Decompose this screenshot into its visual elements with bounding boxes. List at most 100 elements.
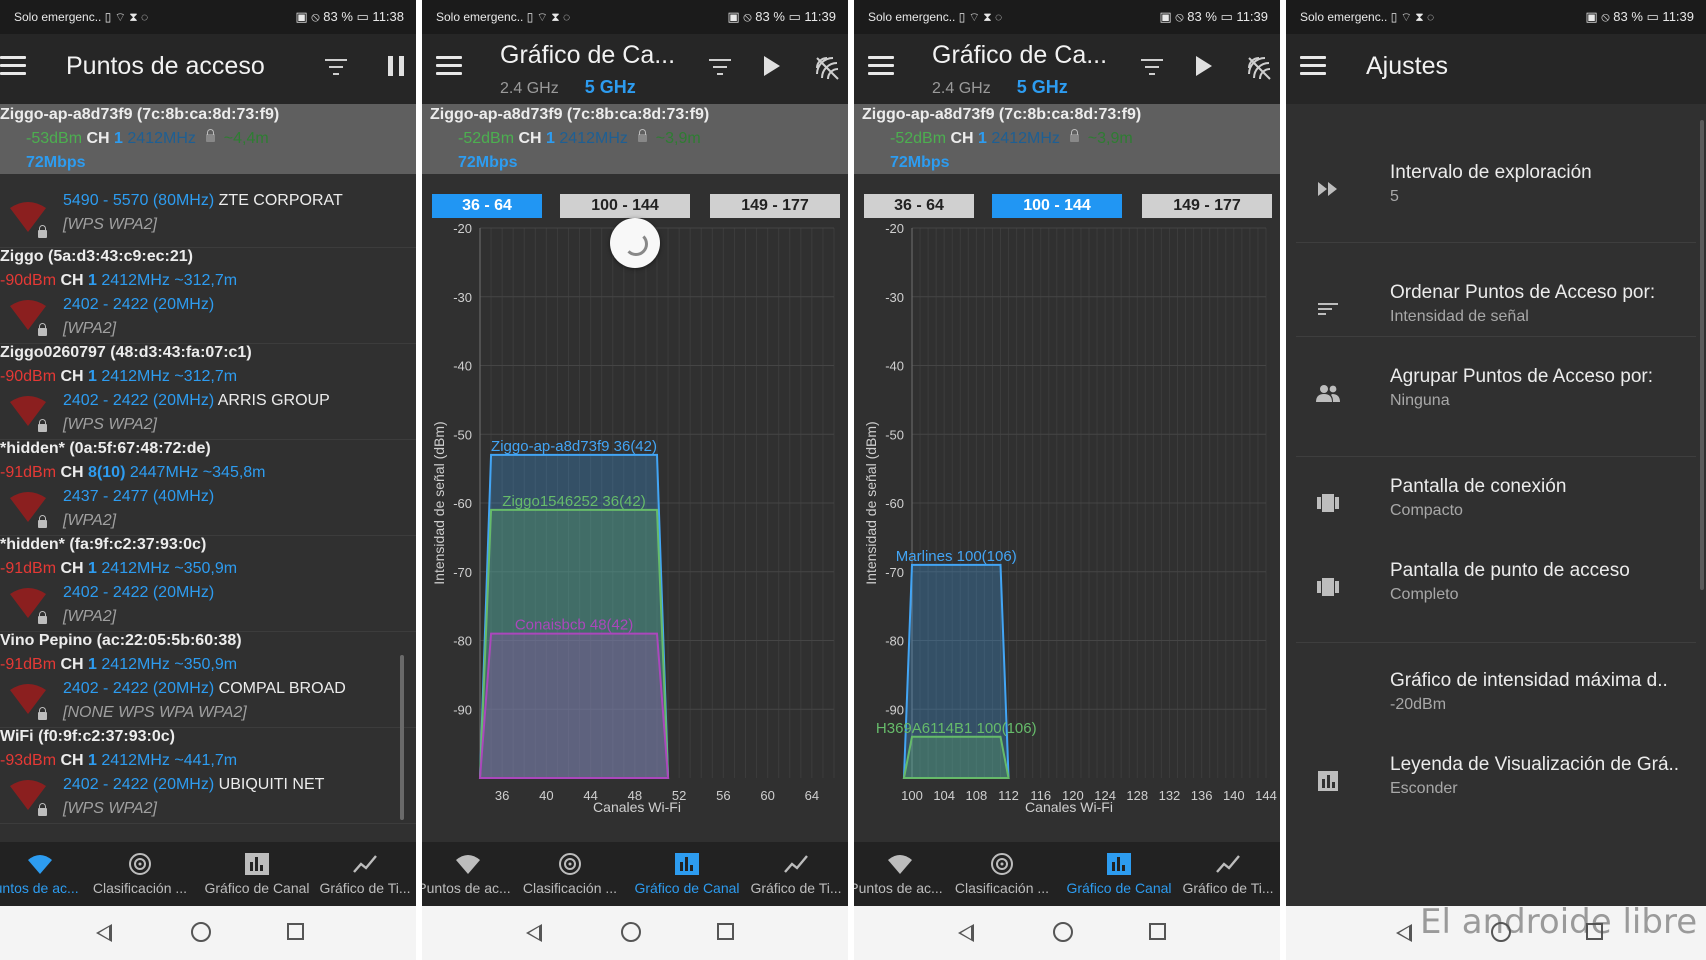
settings-item[interactable]: Pantalla de punto de acceso Completo — [1286, 560, 1706, 630]
tab-time-graph[interactable]: Gráfico de Ti... — [1176, 842, 1280, 906]
x-tick-label: 100 — [901, 788, 923, 803]
scrollbar[interactable] — [400, 655, 404, 820]
list-item[interactable]: WiFi (f0:9f:c2:37:93:0c) -93dBm CH 1 2412… — [0, 728, 416, 824]
band-5ghz[interactable]: 5 GHz — [1017, 77, 1068, 97]
band-5ghz[interactable]: 5 GHz — [585, 77, 636, 97]
ap-details: -93dBm CH 1 2412MHz ~441,7m — [0, 752, 238, 769]
recents-icon[interactable] — [717, 923, 734, 940]
band-24ghz[interactable]: 2.4 GHz — [932, 80, 991, 97]
menu-icon[interactable] — [1300, 56, 1326, 78]
radar-icon — [129, 853, 151, 875]
view-carousel-icon — [1316, 492, 1340, 514]
menu-icon[interactable] — [868, 56, 894, 78]
back-icon[interactable] — [526, 924, 542, 942]
status-left: Solo emergenc.. ▯ ⌔ ⧗ ◌ — [868, 9, 1003, 24]
scrollbar[interactable] — [1700, 120, 1704, 590]
connected-ap[interactable]: Ziggo-ap-a8d73f9 (7c:8b:ca:8d:73:f9) -52… — [854, 104, 1280, 174]
line-chart-icon — [353, 855, 377, 873]
range-tab-36-64[interactable]: 36 - 64 — [432, 194, 542, 218]
connected-speed: 72Mbps — [26, 154, 86, 171]
y-tick-label: -50 — [885, 427, 904, 442]
divider — [1296, 336, 1696, 337]
tab-channel-graph[interactable]: Gráfico de Canal — [630, 842, 744, 906]
ap-security: [WPS WPA2] — [63, 216, 157, 233]
recents-icon[interactable] — [287, 923, 304, 940]
list-item[interactable]: *hidden* (fa:9f:c2:37:93:0c) -91dBm CH 1 … — [0, 536, 416, 632]
recents-icon[interactable] — [1149, 923, 1166, 940]
settings-item[interactable]: Gráfico de intensidad máxima d.. -20dBm — [1286, 670, 1706, 740]
x-axis-label: Canales Wi-Fi — [593, 799, 681, 815]
status-left: Solo emergenc.. ▯ ⌔ ⧗ ◌ — [436, 9, 571, 24]
settings-item[interactable]: Agrupar Puntos de Acceso por: Ninguna — [1286, 366, 1706, 436]
tab-time-graph[interactable]: Gráfico de Ti... — [744, 842, 848, 906]
watermark-text: El androide libre — [1420, 902, 1698, 942]
nav-bar — [0, 906, 416, 960]
tab-rating[interactable]: Clasificación ... — [514, 842, 626, 906]
play-icon[interactable] — [1196, 56, 1212, 76]
connected-distance: ~4,4m — [223, 130, 269, 147]
lock-icon — [638, 129, 648, 142]
home-icon[interactable] — [191, 922, 211, 942]
play-icon[interactable] — [764, 56, 780, 76]
y-axis-label: Intensidad de señal (dBm) — [431, 421, 447, 584]
tab-time-graph[interactable]: Gráfico de Ti... — [314, 842, 416, 906]
filter-icon[interactable] — [325, 59, 347, 75]
tab-rating[interactable]: Clasificación ... — [84, 842, 196, 906]
tab-access-points[interactable]: Puntos de ac... — [854, 842, 946, 906]
y-tick-label: -20 — [885, 222, 904, 236]
list-item[interactable]: *hidden* (0a:5f:67:48:72:de) -91dBm CH 8(… — [0, 440, 416, 536]
range-tab-36-64[interactable]: 36 - 64 — [864, 194, 974, 218]
tab-channel-graph[interactable]: Gráfico de Canal — [1062, 842, 1176, 906]
ap-range: 2402 - 2422 (20MHz) ARRIS GROUP — [63, 392, 330, 409]
connected-ap[interactable]: Ziggo-ap-a8d73f9 (7c:8b:ca:8d:73:f9) -52… — [422, 104, 848, 174]
ap-range: 5490 - 5570 (80MHz) ZTE CORPORAT — [63, 192, 343, 209]
series-area — [478, 632, 670, 779]
filter-icon[interactable] — [1141, 59, 1163, 75]
tab-channel-graph[interactable]: Gráfico de Canal — [200, 842, 314, 906]
divider — [1296, 456, 1696, 457]
home-icon[interactable] — [621, 922, 641, 942]
ap-list: 5490 - 5570 (80MHz) ZTE CORPORAT [WPS WP… — [0, 190, 416, 824]
ap-details: -91dBm CH 8(10) 2447MHz ~345,8m — [0, 464, 266, 481]
x-tick-label: 112 — [998, 788, 1019, 803]
ap-security: [WPS WPA2] — [63, 416, 157, 433]
tab-rating[interactable]: Clasificación ... — [946, 842, 1058, 906]
list-item[interactable]: Vino Pepino (ac:22:05:5b:60:38) -91dBm CH… — [0, 632, 416, 728]
menu-icon[interactable] — [0, 56, 26, 78]
list-item[interactable]: Ziggo (5a:d3:43:c9:ec:21) -90dBm CH 1 241… — [0, 248, 416, 344]
menu-icon[interactable] — [436, 56, 462, 78]
connected-details: -53dBm CH 1 2412MHz ~4,4m — [26, 129, 269, 148]
x-tick-label: 36 — [495, 788, 509, 803]
settings-item[interactable]: Pantalla de conexión Compacto — [1286, 476, 1706, 546]
band-24ghz[interactable]: 2.4 GHz — [500, 80, 559, 97]
home-icon[interactable] — [1053, 922, 1073, 942]
range-tab-100-144[interactable]: 100 - 144 — [560, 194, 690, 218]
back-icon[interactable] — [958, 924, 974, 942]
x-tick-label: 144 — [1255, 788, 1277, 803]
back-icon[interactable] — [1396, 924, 1412, 942]
signal-off-icon[interactable] — [1246, 55, 1272, 81]
lock-icon — [1070, 129, 1080, 142]
tab-access-points[interactable]: Puntos de ac... — [0, 842, 80, 906]
settings-item[interactable]: Leyenda de Visualización de Grá.. Esconde… — [1286, 754, 1706, 824]
range-tab-100-144[interactable]: 100 - 144 — [992, 194, 1122, 218]
settings-value: Esconder — [1390, 780, 1458, 797]
settings-item[interactable]: Intervalo de exploración 5 — [1286, 162, 1706, 232]
filter-icon[interactable] — [709, 59, 731, 75]
app-bar: Puntos de acceso — [0, 34, 416, 104]
list-item[interactable]: 5490 - 5570 (80MHz) ZTE CORPORAT [WPS WP… — [0, 190, 416, 248]
settings-value: Intensidad de señal — [1390, 308, 1529, 325]
settings-item[interactable]: Ordenar Puntos de Acceso por: Intensidad … — [1286, 282, 1706, 352]
y-tick-label: -60 — [453, 496, 472, 511]
ap-details: -91dBm CH 1 2412MHz ~350,9m — [0, 656, 238, 673]
tab-access-points[interactable]: Puntos de ac... — [422, 842, 514, 906]
pause-icon[interactable] — [388, 56, 404, 76]
x-axis-label: Canales Wi-Fi — [1025, 799, 1113, 815]
list-item[interactable]: Ziggo0260797 (48:d3:43:fa:07:c1) -90dBm C… — [0, 344, 416, 440]
connected-ap[interactable]: Ziggo-ap-a8d73f9 (7c:8b:ca:8d:73:f9) -53… — [0, 104, 416, 174]
back-icon[interactable] — [96, 924, 112, 942]
range-tab-149-177[interactable]: 149 - 177 — [1142, 194, 1272, 218]
signal-off-icon[interactable] — [814, 55, 840, 81]
range-tab-149-177[interactable]: 149 - 177 — [710, 194, 840, 218]
status-right: ▣ ⦸ 83 % ▭ 11:39 — [727, 9, 836, 24]
